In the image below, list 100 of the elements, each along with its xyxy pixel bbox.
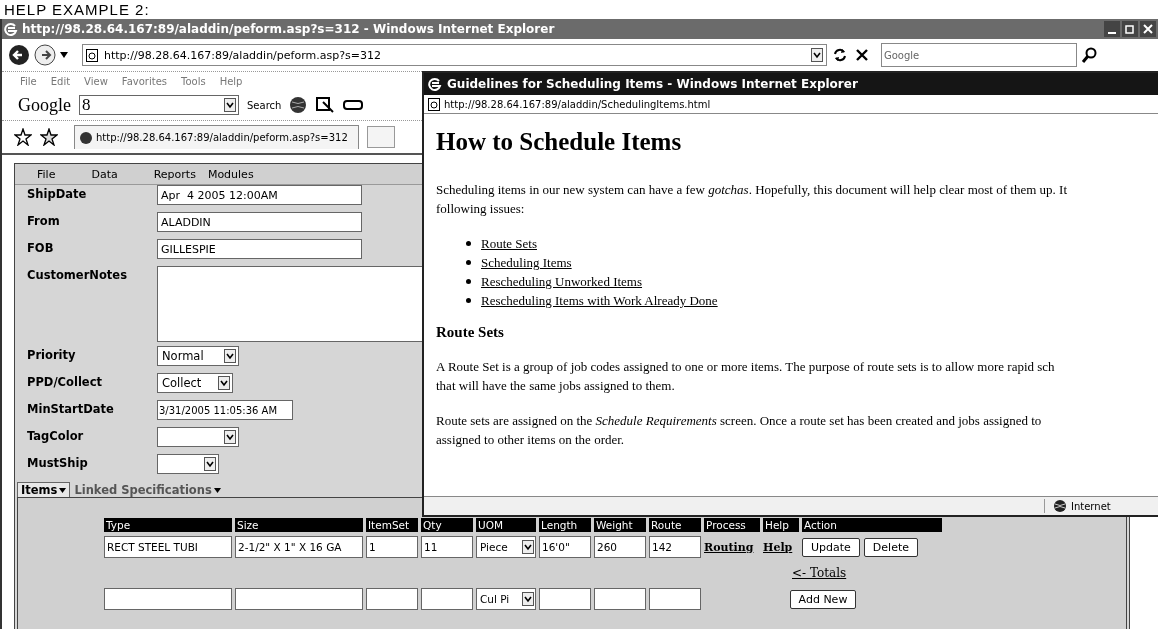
column-header: Help (763, 518, 799, 532)
help-link[interactable]: Help (763, 540, 799, 554)
forward-icon[interactable] (34, 44, 56, 66)
field-label: MinStartDate (27, 401, 115, 418)
input-field[interactable]: 2-1/2" X 1" X 16 GA (235, 536, 363, 558)
address-field[interactable]: http://98.28.64.167:89/aladdin/peform.asp?s=312 (82, 44, 827, 66)
status-zone: Internet (1071, 500, 1111, 512)
help-link[interactable]: Rescheduling Items with Work Already Done (481, 291, 718, 310)
tab[interactable]: Items (17, 482, 71, 497)
globe-icon[interactable] (289, 96, 308, 114)
field-label: From (27, 213, 61, 230)
menu-item[interactable]: Modules (207, 167, 254, 181)
bullet-icon (466, 260, 471, 265)
bullet-icon (466, 298, 471, 303)
tab[interactable]: Linked Specifications (70, 482, 225, 497)
new-tab-button[interactable] (367, 126, 395, 148)
input-field[interactable]: 16'0" (539, 536, 591, 558)
menu-item[interactable]: File (20, 75, 37, 87)
action-button[interactable]: Delete (863, 537, 918, 557)
select-field[interactable] (157, 454, 219, 474)
search-icon[interactable] (1081, 46, 1099, 64)
field-label: FOB (27, 240, 55, 257)
menu-item[interactable]: View (84, 75, 108, 87)
input-field[interactable]: RECT STEEL TUBI (104, 536, 232, 558)
column-header: Length (539, 518, 591, 532)
browser-icon[interactable] (428, 77, 442, 91)
help-link[interactable]: Scheduling Items (481, 253, 572, 272)
column-header: Route (649, 518, 701, 532)
column-header: Weight (594, 518, 646, 532)
globe-icon[interactable] (1053, 499, 1067, 513)
menu-item[interactable]: Data (91, 167, 118, 181)
paragraph: A Route Set is a group of job codes assigned to one or more items. The purpose of route sets is to allow more rapid sch that will have the same jobs assigned to them. (436, 358, 1056, 395)
search-button[interactable]: Search (247, 99, 282, 111)
input-field[interactable]: 1 (366, 536, 418, 558)
column-header: Size (235, 518, 363, 532)
input-field[interactable] (235, 588, 363, 610)
column-header: UOM (476, 518, 536, 532)
paragraph: Route sets are assigned on the Schedule Requirements screen. Once a route set has been created and jobs assigned to assigned to other items on the order. (436, 412, 1043, 449)
input-field[interactable] (594, 588, 646, 610)
browser-tab[interactable]: http://98.28.64.167:89/aladdin/peform.asp?s=312 (74, 125, 359, 149)
select-field[interactable] (157, 427, 239, 447)
input-field[interactable]: 11 (421, 536, 473, 558)
input-field[interactable]: ALADDIN (157, 212, 362, 232)
input-field[interactable] (104, 588, 232, 610)
add-new-button[interactable]: Add New (789, 589, 857, 609)
menu-item[interactable]: Favorites (121, 75, 167, 87)
routing-link[interactable]: Routing (704, 540, 760, 554)
help-link[interactable]: Route Sets (481, 234, 537, 253)
address-field[interactable]: http://98.28.64.167:89/aladdin/SchedulingItems.html (424, 95, 1158, 114)
bullet-icon (466, 241, 471, 246)
toolbar-search-field[interactable]: 8 (79, 95, 239, 115)
input-field[interactable] (366, 588, 418, 610)
add-favorite-icon[interactable] (40, 128, 58, 146)
favorites-icon[interactable] (14, 128, 32, 146)
refresh-icon[interactable] (831, 46, 849, 64)
menu-item[interactable]: Reports (153, 167, 196, 181)
column-header: Type (104, 518, 232, 532)
back-icon[interactable] (8, 44, 30, 66)
restore-icon[interactable] (1122, 21, 1138, 37)
input-field[interactable] (649, 588, 701, 610)
input-field[interactable]: 260 (594, 536, 646, 558)
menu-item[interactable]: File (37, 167, 56, 181)
totals-link[interactable]: <- Totals (792, 566, 847, 580)
window-title: http://98.28.64.167:89/aladdin/peform.asp?s=312 - Windows Internet Explorer (22, 22, 555, 36)
input-field[interactable]: 142 (649, 536, 701, 558)
caret-icon[interactable] (59, 487, 67, 493)
input-field[interactable]: 3/31/2005 11:05:36 AM (157, 400, 293, 420)
close-icon[interactable] (1140, 21, 1156, 37)
action-button[interactable]: Update (802, 537, 860, 557)
minimize-icon[interactable] (1104, 21, 1120, 37)
window-title: Guidelines for Scheduling Items - Windows Internet Explorer (447, 77, 858, 91)
field-label: MustShip (27, 455, 89, 472)
select-field[interactable]: Cul Pi (476, 588, 536, 610)
select-field[interactable]: Piece (476, 536, 536, 558)
field-label: TagColor (27, 428, 85, 445)
dropdown-icon[interactable] (60, 52, 68, 58)
column-header: Qty (421, 518, 473, 532)
page-title: How to Schedule Items (436, 128, 683, 156)
field-label: Priority (27, 347, 77, 364)
column-header: ItemSet (366, 518, 418, 532)
column-header: Process (704, 518, 760, 532)
input-field[interactable] (421, 588, 473, 610)
select-field[interactable]: Collect (157, 373, 233, 393)
paragraph: Scheduling items in our new system can have a few gotchas. Hopefully, this document will help clear most of them up. It following issues: (436, 181, 1068, 218)
bullet-icon (466, 279, 471, 284)
field-label: PPD/Collect (27, 374, 103, 391)
caret-icon[interactable] (213, 487, 221, 493)
field-label: ShipDate (27, 186, 88, 203)
input-field[interactable]: GILLESPIE (157, 239, 362, 259)
input-field[interactable] (539, 588, 591, 610)
menu-item[interactable]: Help (219, 75, 243, 87)
field-label: CustomerNotes (27, 267, 128, 284)
menu-item[interactable]: Tools (181, 75, 206, 87)
section-heading: Route Sets (436, 324, 505, 341)
menu-item[interactable]: Edit (50, 75, 71, 87)
select-field[interactable]: Normal (157, 346, 239, 366)
input-field[interactable]: Apr 4 2005 12:00AM (157, 185, 362, 205)
help-link[interactable]: Rescheduling Unworked Items (481, 272, 643, 291)
search-field[interactable]: Google (881, 43, 1077, 67)
page-heading: HELP EXAMPLE 2: (3, 2, 150, 18)
